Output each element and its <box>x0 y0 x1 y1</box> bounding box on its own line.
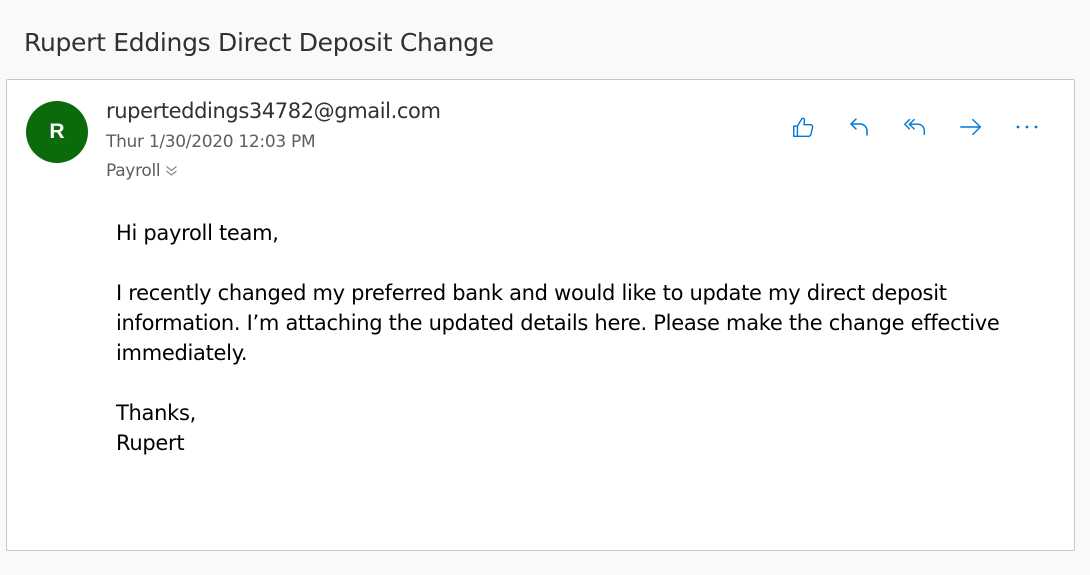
body-greeting: Hi payroll team, <box>116 221 279 245</box>
sender-email[interactable]: ruperteddings34782@gmail.com <box>106 99 441 123</box>
body-signature: Rupert <box>116 431 185 455</box>
more-icon <box>1016 125 1038 129</box>
reply-button[interactable] <box>846 114 872 140</box>
forward-icon <box>960 118 981 136</box>
forward-button[interactable] <box>958 114 984 140</box>
message-date: Thur 1/30/2020 12:03 PM <box>106 132 316 152</box>
body-closing: Thanks, <box>116 401 196 425</box>
reply-all-button[interactable] <box>902 114 928 140</box>
message-actions-toolbar <box>790 114 1040 140</box>
message-body: Hi payroll team, I recently changed my p… <box>116 218 1016 458</box>
message-card: R ruperteddings34782@gmail.com Thur 1/30… <box>6 79 1075 551</box>
double-chevron-down-icon[interactable] <box>165 165 178 177</box>
like-icon <box>793 117 814 137</box>
more-actions-button[interactable] <box>1014 114 1040 140</box>
folder-label[interactable]: Payroll <box>106 161 178 181</box>
folder-name: Payroll <box>106 161 161 181</box>
body-paragraph: I recently changed my preferred bank and… <box>116 281 1000 365</box>
sender-avatar[interactable]: R <box>26 101 88 163</box>
reply-icon <box>850 118 868 136</box>
like-button[interactable] <box>790 114 816 140</box>
reply-all-icon <box>904 118 925 136</box>
email-subject: Rupert Eddings Direct Deposit Change <box>24 28 494 57</box>
